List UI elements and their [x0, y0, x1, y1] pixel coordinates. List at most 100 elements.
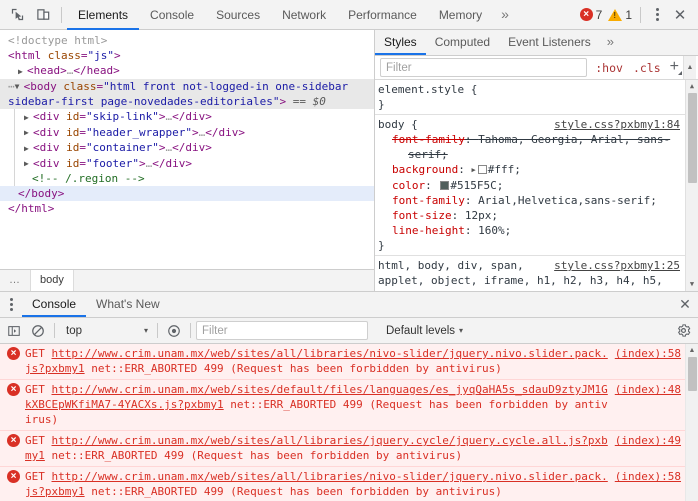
styles-filter-input[interactable]	[380, 58, 587, 77]
dom-node-html-close[interactable]: </html>	[0, 201, 374, 216]
doctype-text: <!doctype html>	[8, 34, 107, 47]
styles-scroll-up-arrow[interactable]: ▲	[686, 80, 698, 93]
tab-performance[interactable]: Performance	[337, 0, 428, 30]
tab-console[interactable]: Console	[139, 0, 205, 30]
error-count-badge[interactable]: × 7	[577, 8, 606, 22]
dom-node-head[interactable]: ▶<head>…</head>	[0, 63, 374, 79]
stylesheet-source-link[interactable]: style.css?pxbmy1:25	[554, 258, 680, 273]
message-source-link[interactable]: (index):58	[615, 469, 681, 484]
inspect-element-icon[interactable]	[4, 2, 30, 28]
expand-triangle-icon[interactable]: ▶	[18, 64, 27, 79]
console-filter-input[interactable]	[196, 321, 368, 340]
dom-node-skip-link[interactable]: ▶<div id="skip-link">…</div>	[0, 109, 374, 125]
console-scrollbar[interactable]: ▲	[685, 344, 698, 501]
warning-count-badge[interactable]: 1	[605, 8, 635, 22]
tab-sources[interactable]: Sources	[205, 0, 271, 30]
styles-scrollbar[interactable]: ▲ ▼	[685, 80, 698, 291]
breadcrumb-item-body[interactable]: body	[31, 270, 74, 291]
warning-count-value: 1	[625, 8, 632, 22]
console-message-error[interactable]: × GET http://www.crim.unam.mx/web/sites/…	[0, 431, 685, 467]
tab-elements[interactable]: Elements	[67, 0, 139, 30]
new-style-rule-button[interactable]: +	[666, 58, 683, 78]
styles-rules-list[interactable]: element.style { } body { style.css?pxbmy…	[375, 80, 698, 291]
expand-triangle-icon[interactable]: ▶	[24, 156, 33, 171]
styles-scroll-down-arrow[interactable]: ▼	[686, 278, 698, 291]
css-property-font-family[interactable]: font-family: Arial,Helvetica,sans-serif;	[378, 193, 698, 208]
console-message-error[interactable]: × GET http://www.crim.unam.mx/web/sites/…	[0, 380, 685, 431]
css-property-color[interactable]: color: #515F5C;	[378, 178, 698, 193]
style-rule-reset[interactable]: html, body, div, span, style.css?pxbmy1:…	[375, 256, 698, 291]
attr-name-id: id	[66, 141, 79, 154]
dom-node-body-close[interactable]: </body>	[0, 186, 374, 201]
collapse-triangle-icon[interactable]: ▼	[15, 79, 24, 94]
dom-tree-pane: <!doctype html> <html class="js"> ▶<head…	[0, 30, 375, 291]
tab-computed[interactable]: Computed	[426, 30, 499, 55]
expand-triangle-icon[interactable]: ▶	[24, 125, 33, 140]
console-scroll-thumb[interactable]	[688, 357, 697, 391]
console-messages-area[interactable]: × GET http://www.crim.unam.mx/web/sites/…	[0, 344, 698, 501]
breadcrumb-overflow[interactable]: …	[0, 270, 31, 291]
console-scroll-up-arrow[interactable]: ▲	[686, 344, 698, 357]
toggle-element-class-button[interactable]: .cls	[628, 61, 666, 75]
elements-panel: <!doctype html> <html class="js"> ▶<head…	[0, 30, 698, 292]
css-property-font-size[interactable]: font-size: 12px;	[378, 208, 698, 223]
device-toolbar-icon[interactable]	[30, 2, 56, 28]
tag-name-head: head	[34, 64, 61, 77]
message-source-link[interactable]: (index):48	[615, 382, 681, 397]
selector-reset-line3[interactable]: h6, p, blockquote, pre, a, abbr, acronym…	[378, 288, 698, 291]
dom-node-html[interactable]: <html class="js">	[0, 48, 374, 63]
message-source-link[interactable]: (index):49	[615, 433, 681, 448]
drawer-tab-console[interactable]: Console	[22, 292, 86, 317]
property-value-cont: serif;	[408, 148, 448, 161]
message-source-link[interactable]: (index):58	[615, 346, 681, 361]
console-levels-selector[interactable]: Default levels ▾	[380, 325, 469, 337]
style-rule-body[interactable]: body { style.css?pxbmy1:84 font-family: …	[375, 115, 698, 256]
drawer-tab-whats-new[interactable]: What's New	[86, 292, 170, 317]
css-property-line-height[interactable]: line-height: 160%;	[378, 223, 698, 238]
tab-event-listeners[interactable]: Event Listeners	[499, 30, 600, 55]
tab-network[interactable]: Network	[271, 0, 337, 30]
close-devtools-icon[interactable]: ✕	[668, 3, 692, 27]
css-property-background[interactable]: background: ▶#fff;	[378, 162, 698, 178]
toggle-hover-state-button[interactable]: :hov	[590, 61, 628, 75]
tab-memory[interactable]: Memory	[428, 0, 493, 30]
tab-styles[interactable]: Styles	[375, 30, 426, 55]
dom-tree[interactable]: <!doctype html> <html class="js"> ▶<head…	[0, 30, 374, 269]
gear-icon[interactable]	[671, 320, 695, 342]
close-drawer-icon[interactable]: ✕	[672, 292, 698, 317]
live-expression-icon[interactable]	[163, 320, 185, 342]
error-icon: ×	[7, 347, 20, 360]
selector-reset-line2[interactable]: applet, object, iframe, h1, h2, h3, h4, …	[378, 273, 698, 288]
styles-scroll-up-arrow[interactable]: ▲	[683, 56, 696, 79]
error-icon: ×	[7, 470, 20, 483]
color-swatch[interactable]	[440, 181, 449, 190]
style-rule-element-style[interactable]: element.style { }	[375, 80, 698, 115]
selector-element-style[interactable]: element.style {	[378, 82, 477, 97]
http-method: GET	[25, 383, 52, 396]
dom-node-body-selected[interactable]: ⋯▼<body class="html front not-logged-in …	[0, 79, 374, 110]
drawer-menu-icon[interactable]	[0, 292, 22, 317]
css-property-font-family-overridden[interactable]: font-family: Tahoma, Georgia, Arial, san…	[378, 132, 698, 147]
dom-node-footer[interactable]: ▶<div id="footer">…</div>	[0, 156, 374, 172]
more-tabs-chevron-icon[interactable]: »	[493, 0, 517, 30]
dom-node-header-wrapper[interactable]: ▶<div id="header_wrapper">…</div>	[0, 125, 374, 141]
console-sidebar-icon[interactable]	[3, 320, 25, 342]
color-swatch[interactable]	[478, 165, 487, 174]
selector-body[interactable]: body {	[378, 117, 418, 132]
dom-node-container[interactable]: ▶<div id="container">…</div>	[0, 140, 374, 156]
stylesheet-source-link[interactable]: style.css?pxbmy1:84	[554, 117, 680, 132]
console-message-error[interactable]: × GET http://www.crim.unam.mx/web/sites/…	[0, 467, 685, 501]
kebab-menu-icon[interactable]	[646, 3, 668, 27]
http-method: GET	[25, 347, 52, 360]
attr-name-id: id	[66, 110, 79, 123]
console-context-selector[interactable]: top ▾	[60, 321, 152, 341]
styles-more-tabs-chevron-icon[interactable]: »	[600, 30, 621, 55]
rule-header: element.style {	[378, 82, 698, 97]
selector-reset-line1[interactable]: html, body, div, span,	[378, 258, 524, 273]
styles-scroll-thumb[interactable]	[688, 93, 697, 183]
clear-console-icon[interactable]	[27, 320, 49, 342]
expand-triangle-icon[interactable]: ▶	[24, 141, 33, 156]
expand-triangle-icon[interactable]: ▶	[24, 110, 33, 125]
expand-shorthand-triangle-icon[interactable]: ▶	[471, 166, 475, 174]
console-message-error[interactable]: × GET http://www.crim.unam.mx/web/sites/…	[0, 344, 685, 380]
